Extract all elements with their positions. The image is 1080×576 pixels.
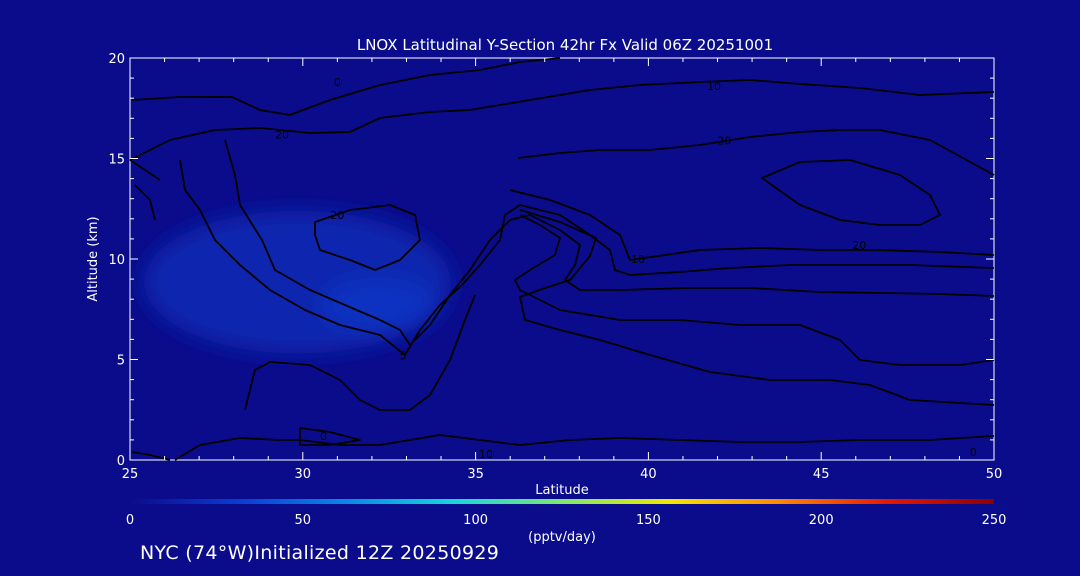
- contour-label: 10: [707, 80, 721, 93]
- x-axis-label: Latitude: [535, 483, 589, 498]
- contour-label: 0: [334, 76, 341, 89]
- contour-label: 5: [400, 349, 407, 362]
- contour-label: 0: [320, 430, 327, 443]
- lnox-cross-section-chart: LNOX Latitudinal Y-Section 42hr Fx Valid…: [86, 36, 1007, 545]
- colorbar-tick-label: 0: [126, 513, 134, 528]
- contour-label: 20: [330, 209, 344, 222]
- x-tick-label: 25: [122, 467, 139, 482]
- chart-title: LNOX Latitudinal Y-Section 42hr Fx Valid…: [357, 36, 773, 54]
- x-tick-label: 40: [640, 467, 657, 482]
- contour-label: 20: [717, 134, 731, 147]
- contour-label: 10: [631, 253, 645, 266]
- contour-label: 20: [275, 128, 289, 141]
- contour-label: 0: [970, 446, 977, 459]
- y-tick-label: 0: [117, 454, 125, 469]
- contour-line: [134, 184, 156, 221]
- colorbar-ticks: 0 50 100 150 200 250: [126, 513, 1007, 528]
- colorbar-tick-label: 150: [636, 513, 661, 528]
- contour-label: 20: [852, 239, 866, 252]
- initialization-footer: NYC (74°W)Initialized 12Z 20250929: [140, 542, 500, 564]
- x-tick-label: 35: [467, 467, 484, 482]
- y-tick-label: 20: [108, 52, 125, 67]
- x-tick-label: 30: [295, 467, 312, 482]
- contour-line: [131, 96, 232, 101]
- colorbar-tick-label: 200: [809, 513, 834, 528]
- contour-line: [174, 434, 995, 461]
- contour-line: [129, 159, 161, 181]
- contour-label: 10: [479, 448, 493, 461]
- colorbar-label: (pptv/day): [528, 530, 596, 545]
- contour-line: [299, 427, 361, 446]
- y-axis-label: Altitude (km): [86, 216, 101, 301]
- contour-line: [200, 57, 561, 116]
- colorbar: [130, 499, 994, 504]
- colorbar-tick-label: 100: [463, 513, 488, 528]
- colorbar-tick-label: 250: [982, 513, 1007, 528]
- x-tick-label: 45: [813, 467, 830, 482]
- y-tick-label: 15: [108, 153, 125, 168]
- contour-line: [129, 79, 995, 161]
- x-tick-label: 50: [986, 467, 1003, 482]
- contour-line: [519, 209, 995, 406]
- contour-line: [761, 159, 941, 226]
- contour-line: [517, 129, 995, 176]
- y-tick-label: 5: [117, 354, 125, 369]
- y-tick-label: 10: [108, 253, 125, 268]
- colorbar-tick-label: 50: [295, 513, 312, 528]
